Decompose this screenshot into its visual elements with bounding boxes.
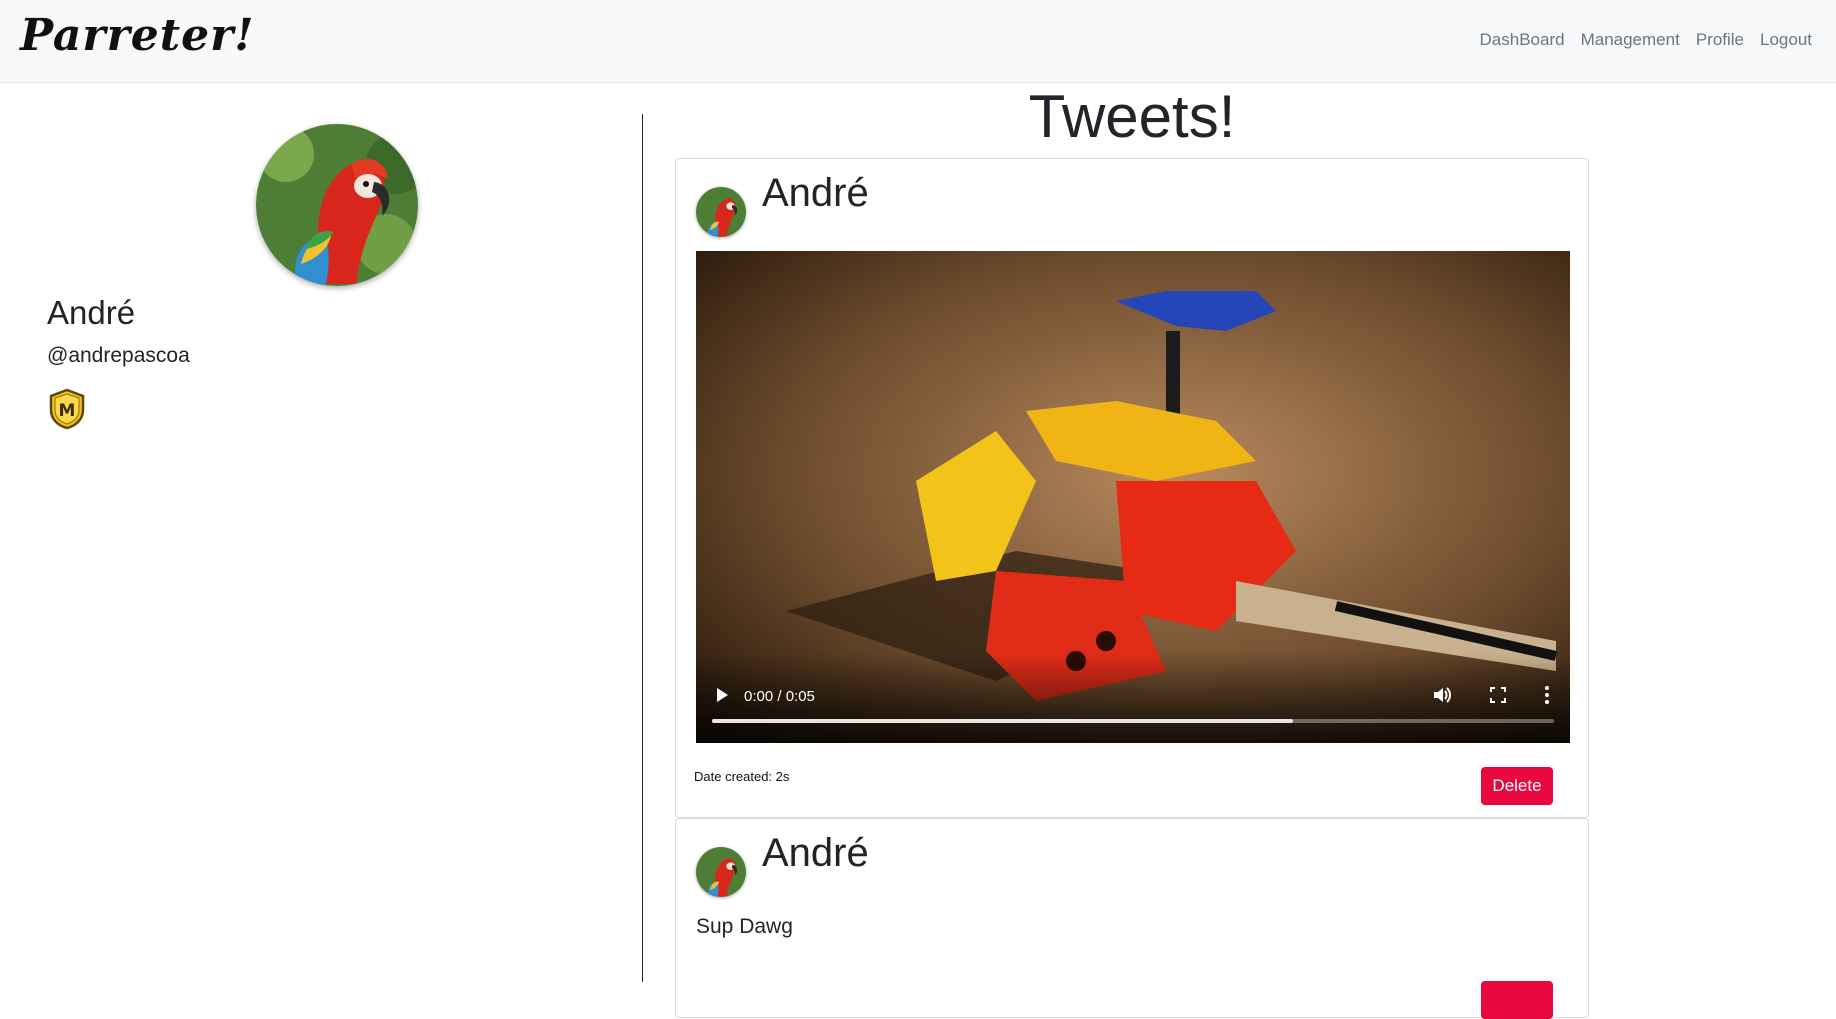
svg-text:M: M (59, 401, 76, 421)
tweet-author[interactable]: André (762, 171, 869, 216)
video-controls: 0:00 / 0:05 (696, 653, 1570, 743)
tweet-author[interactable]: André (762, 831, 869, 876)
brand-logo[interactable]: Parreter! (20, 10, 255, 61)
tweet-avatar (696, 187, 746, 237)
nav-links: DashBoard Management Profile Logout (1480, 30, 1812, 50)
parrot-avatar-icon (256, 124, 418, 286)
video-time: 0:00 / 0:05 (744, 688, 815, 705)
video-progress-bar[interactable] (712, 719, 1554, 723)
nav-link-profile[interactable]: Profile (1696, 30, 1744, 50)
volume-icon[interactable] (1432, 685, 1452, 705)
profile-avatar (256, 124, 418, 286)
profile-handle: @andrepascoa (47, 344, 190, 367)
nav-link-management[interactable]: Management (1581, 30, 1680, 50)
tweet-card: André 0:00 / 0:05 Date created: 2s Delet… (675, 158, 1589, 818)
column-divider (642, 114, 643, 982)
moderator-badge-icon: M (47, 388, 87, 430)
play-icon[interactable] (714, 687, 730, 703)
fullscreen-icon[interactable] (1490, 687, 1506, 703)
delete-button[interactable] (1481, 981, 1553, 1019)
parrot-avatar-icon (696, 187, 746, 237)
tweet-card: André Sup Dawg (675, 818, 1589, 1019)
more-options-icon[interactable] (1544, 685, 1550, 705)
tweet-avatar (696, 847, 746, 897)
delete-button[interactable]: Delete (1481, 767, 1553, 805)
navbar: Parreter! DashBoard Management Profile L… (0, 0, 1836, 83)
nav-link-logout[interactable]: Logout (1760, 30, 1812, 50)
tweet-date: Date created: 2s (694, 769, 790, 784)
parrot-avatar-icon (696, 847, 746, 897)
tweet-text: Sup Dawg (696, 915, 793, 938)
video-player[interactable]: 0:00 / 0:05 (696, 251, 1570, 743)
profile-name: André (47, 294, 136, 331)
nav-link-dashboard[interactable]: DashBoard (1480, 30, 1565, 50)
video-progress-fill (712, 719, 1293, 723)
tweets-heading: Tweets! (1028, 83, 1236, 150)
